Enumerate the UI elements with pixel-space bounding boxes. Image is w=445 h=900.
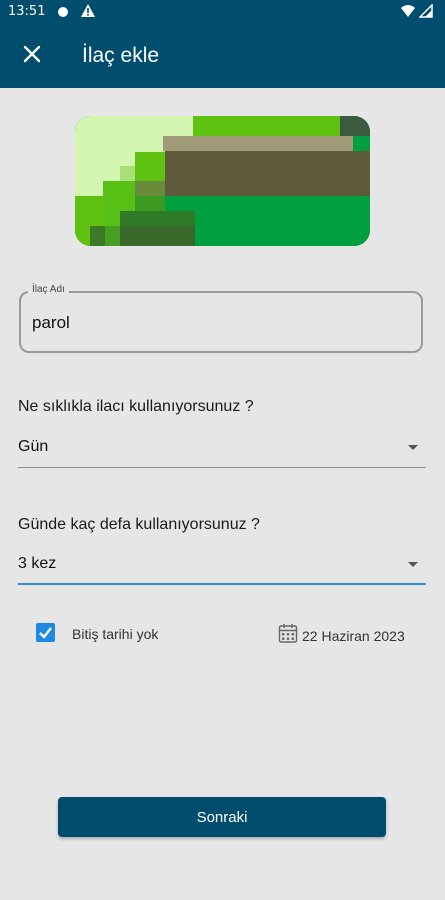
frequency-dropdown[interactable]: Gün <box>18 428 426 468</box>
notification-dot-icon <box>58 7 68 17</box>
medication-name-value[interactable]: parol <box>32 313 70 333</box>
signal-icon <box>418 3 433 21</box>
times-per-day-question: Günde kaç defa kullanıyorsunuz ? <box>18 516 260 533</box>
no-end-date-label: Bitiş tarihi yok <box>72 626 159 642</box>
close-icon <box>23 45 41 68</box>
status-icons <box>401 3 433 21</box>
medication-image <box>75 116 370 246</box>
calendar-icon <box>277 622 299 649</box>
status-bar: 13:51 <box>0 0 445 24</box>
page-title: İlaç ekle <box>82 44 160 67</box>
dropdown-underline <box>18 467 426 468</box>
check-icon <box>39 627 52 639</box>
close-button[interactable] <box>14 38 50 74</box>
medication-name-field[interactable] <box>19 291 423 353</box>
wifi-icon <box>401 4 415 21</box>
no-end-date-checkbox[interactable] <box>36 623 55 642</box>
frequency-selected: Gün <box>18 438 49 455</box>
medication-name-label: İlaç Adı <box>28 284 69 295</box>
warning-icon <box>80 3 96 21</box>
next-button[interactable]: Sonraki <box>58 797 386 837</box>
app-bar: İlaç ekle <box>0 24 445 88</box>
times-per-day-dropdown[interactable]: 3 kez <box>18 545 426 585</box>
times-per-day-selected: 3 kez <box>18 555 57 572</box>
end-date-picker[interactable]: 22 Haziran 2023 <box>277 622 405 649</box>
status-time: 13:51 <box>8 4 46 19</box>
dropdown-underline <box>18 583 426 585</box>
dropdown-arrow-icon <box>408 562 418 567</box>
dropdown-arrow-icon <box>408 445 418 450</box>
end-date-text: 22 Haziran 2023 <box>302 627 405 644</box>
frequency-question: Ne sıklıkla ilacı kullanıyorsunuz ? <box>18 398 254 415</box>
